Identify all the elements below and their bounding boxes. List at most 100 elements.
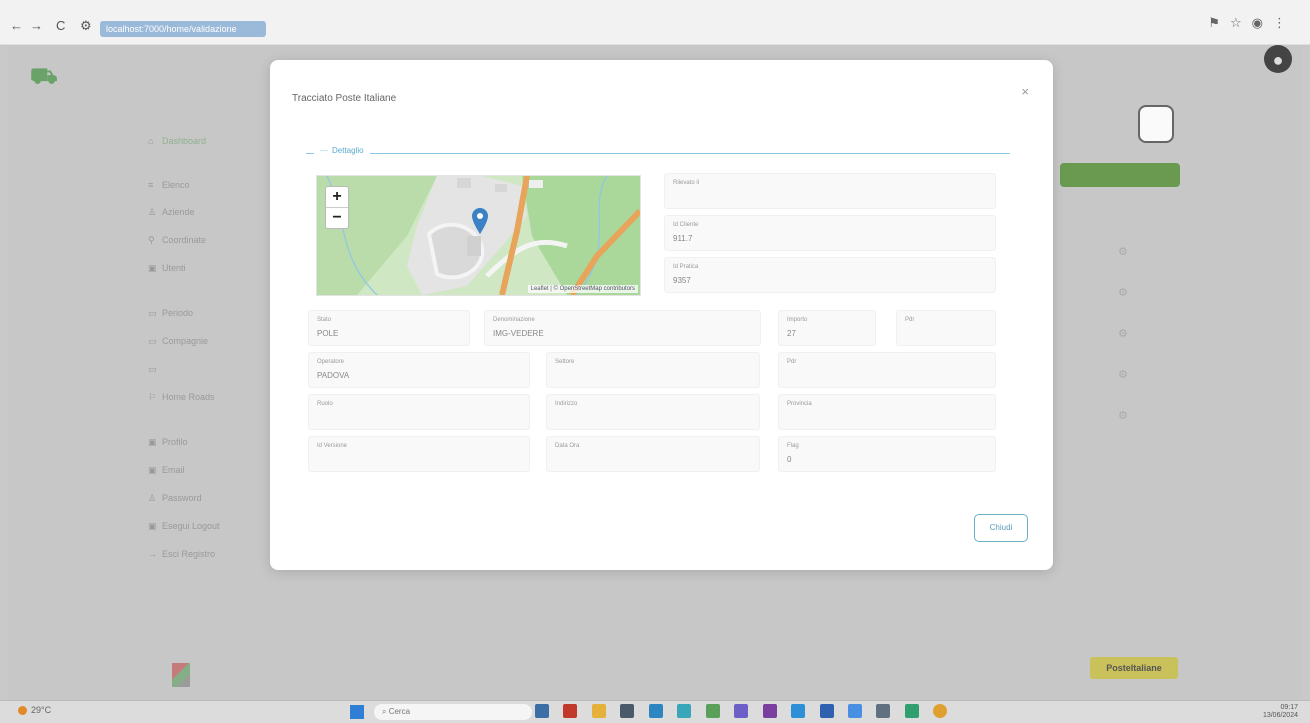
settings-icon[interactable]: ⚙ [1118,245,1128,258]
field-flag[interactable]: Flag 0 [778,436,996,472]
field-pdv[interactable]: Pdr [778,352,996,388]
field-pdr[interactable]: Pdr [896,310,996,346]
sidebar-item-icon: ⌂ [148,136,154,146]
sidebar-item-label: Password [162,493,202,503]
sidebar-item[interactable]: ▭ Periodo [148,308,248,319]
chrome-icon[interactable] [933,704,948,718]
star-icon[interactable]: ☆ [1230,15,1252,30]
app-icon[interactable] [904,704,919,718]
folder-icon[interactable] [591,704,606,718]
menu-icon[interactable]: ⋮ [1273,15,1296,30]
edge-icon[interactable] [677,704,692,718]
task-view-icon[interactable] [535,704,549,718]
sidebar-item-label: Coordinate [162,235,207,245]
field-importo[interactable]: Importo 27 [778,310,876,346]
app-icon[interactable] [819,704,834,718]
reload-icon[interactable]: C [56,18,65,33]
weather-widget[interactable]: 29°C [18,705,51,716]
sidebar-item[interactable]: ▣ Email [148,465,248,476]
field-id-versione[interactable]: Id Versione [308,436,530,472]
visual-studio-icon[interactable] [762,704,777,718]
settings-icon[interactable]: ⚙ [1118,368,1128,381]
settings-icon[interactable]: ⚙ [1118,327,1128,340]
field-label: Pdr [905,317,915,323]
sidebar-item[interactable]: ▭ [148,364,248,375]
translate-icon[interactable]: ⚑ [1208,15,1230,30]
sidebar-item[interactable]: ♙ Aziende [148,207,248,218]
sidebar-item[interactable]: ♙ Password [148,493,248,504]
sidebar-item[interactable]: ⚲ Coordinate [148,235,248,246]
footer-logo [172,663,190,687]
address-bar[interactable]: localhost:7000/home/validazione [100,21,266,37]
field-label: Id Pratica [673,264,699,270]
map-view[interactable]: + − Leaflet | © OpenStreetMap contributo… [316,175,641,296]
forward-icon[interactable]: → [30,18,43,33]
field-rilevato[interactable]: Rilevato il [664,173,996,209]
sidebar-item[interactable]: ≡ Elenco [148,180,248,190]
field-operatore[interactable]: Operatore PADOVA [308,352,530,388]
sidebar-item[interactable]: ⚐ Home Roads [148,392,248,403]
zoom-in-button[interactable]: + [326,187,348,207]
sidebar-item-label: Periodo [162,308,194,318]
app-logo[interactable]: ⛟ [30,63,82,91]
field-stato[interactable]: Stato POLE [308,310,470,346]
app-icon[interactable] [791,704,806,718]
field-value: 27 [787,329,796,338]
terminal-icon[interactable] [620,704,635,718]
sidebar-item-label: Home Roads [162,392,215,402]
user-avatar-icon[interactable]: ● [1264,45,1292,73]
poste-italiane-button[interactable]: PosteItaliane [1090,657,1178,679]
field-indirizzo[interactable]: Indirizzo [546,394,760,430]
profile-icon[interactable]: ◉ [1252,15,1273,30]
taskbar-apps [535,704,957,722]
close-button[interactable]: Chiudi [974,514,1028,542]
settings-icon[interactable]: ⚙ [1118,286,1128,299]
map-zoom-control: + − [325,186,349,229]
sidebar-item[interactable]: ▭ Compagnie [148,336,248,347]
map-attribution[interactable]: Leaflet | © OpenStreetMap contributors [527,285,638,293]
field-label: Denominazione [493,317,535,323]
field-value: 0 [787,455,792,464]
site-info-icon[interactable]: ⚙ [80,18,92,34]
app-icon[interactable] [847,704,862,718]
sidebar-item[interactable]: ▣ Utenti [148,263,248,274]
field-id-pratica[interactable]: Id Pratica 9357 [664,257,996,293]
close-icon[interactable]: × [1021,84,1029,99]
sidebar-item[interactable]: ▣ Esegui Logout [148,521,248,532]
vscode-icon[interactable] [734,704,749,718]
sidebar-item-icon: ♙ [148,207,157,217]
sidebar-item[interactable]: → Esci Registro [148,549,248,559]
field-label: Provincia [787,401,812,407]
field-denominazione[interactable]: Denominazione IMG-VEDERE [484,310,761,346]
sidebar-item-label: Aziende [162,207,195,217]
field-data-ora[interactable]: Data Ora [546,436,760,472]
sidebar-item[interactable]: ⌂ Dashboard [148,136,248,146]
app-icon[interactable] [876,704,891,718]
map-marker-icon[interactable] [472,208,488,234]
field-ruolo[interactable]: Ruolo [308,394,530,430]
field-label: Stato [317,317,332,323]
detail-modal: Tracciato Poste Italiane × — Dettaglio +… [270,60,1053,570]
system-tray[interactable]: 09:17 13/06/2024 [1263,704,1298,720]
taskbar-search[interactable]: ⌕ Cerca [374,704,532,720]
sidebar-item-label: Esegui Logout [162,521,220,531]
field-id-cliente[interactable]: Id Cliente 911.7 [664,215,996,251]
browser-extension-icons[interactable]: ⚑☆◉⋮ [1208,15,1296,31]
settings-icon[interactable]: ⚙ [1118,409,1128,422]
back-icon[interactable]: ← [10,18,23,33]
windows-start-icon[interactable] [350,705,364,719]
app-icon[interactable] [563,704,578,718]
app-icon[interactable] [648,704,663,718]
field-label: Operatore [317,359,345,365]
field-provincia[interactable]: Provincia [778,394,996,430]
zoom-out-button[interactable]: − [326,207,348,228]
sidebar-section-title [144,163,248,170]
field-settore[interactable]: Settore [546,352,760,388]
field-label: Id Versione [317,443,348,449]
sun-icon [18,706,27,716]
sidebar-item-label: Utenti [162,263,186,273]
app-icon[interactable] [705,704,720,718]
new-button[interactable] [1060,163,1180,187]
sidebar-item-icon: ▭ [148,364,157,374]
sidebar-item[interactable]: ▣ Profilo [148,437,248,448]
